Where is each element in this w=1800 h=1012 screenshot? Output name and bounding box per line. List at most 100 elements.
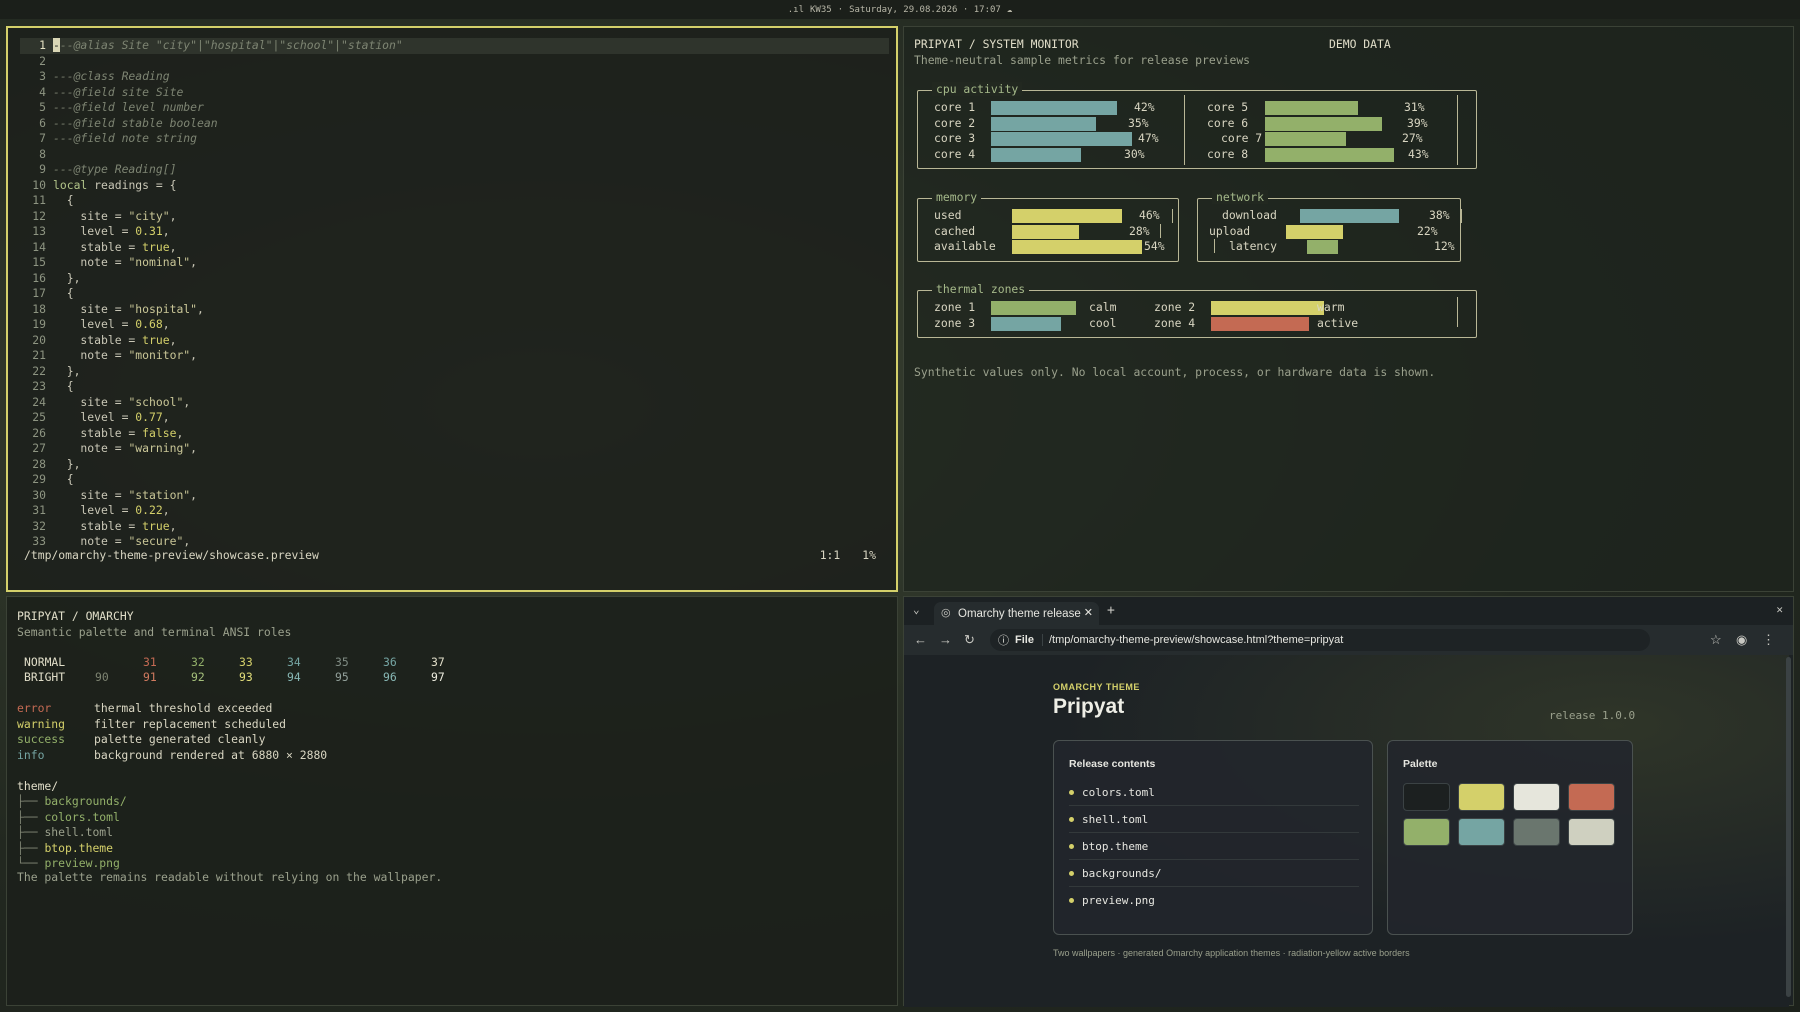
info-icon[interactable]: ⓘ [998,632,1009,648]
code-line[interactable]: 4 ---@field site Site [20,85,889,101]
code-line[interactable]: 29 { [20,472,889,488]
back-icon[interactable]: ← [914,632,927,647]
code-text[interactable]: level = 0.22, [53,503,169,517]
code-line[interactable]: 19 level = 0.68, [20,317,889,333]
reload-icon[interactable]: ↻ [964,632,975,648]
code-line[interactable]: 17 { [20,286,889,302]
tab-list-chevron-icon[interactable]: ⌄ [913,603,920,616]
code-line[interactable]: 30 site = "station", [20,488,889,504]
palette-swatch[interactable] [1458,818,1505,846]
profile-icon[interactable]: ◉ [1736,632,1747,648]
code-line[interactable]: 31 level = 0.22, [20,503,889,519]
code-text[interactable]: note = "monitor", [53,348,197,362]
code-line[interactable]: 10 local readings = { [20,178,889,194]
code-text[interactable]: }, [53,271,81,285]
code-line[interactable]: 23 { [20,379,889,395]
code-line[interactable]: 26 stable = false, [20,426,889,442]
code-text[interactable]: note = "secure", [53,534,190,548]
code-line[interactable]: 28 }, [20,457,889,473]
code-text[interactable]: ---@field site Site [53,85,183,99]
address-field[interactable]: ⓘ File /tmp/omarchy-theme-preview/showca… [990,629,1650,651]
palette-swatch[interactable] [1568,783,1615,811]
code-line[interactable]: 9 ---@type Reading[] [20,162,889,178]
code-line[interactable]: 15 note = "nominal", [20,255,889,271]
close-tab-icon[interactable]: ✕ [1084,606,1093,619]
tab-omarchy-theme[interactable]: ◎ Omarchy theme release ✕ [934,602,1099,625]
code-text[interactable]: }, [53,364,81,378]
code-line[interactable]: 6 ---@field stable boolean [20,116,889,132]
palette-swatch[interactable] [1513,783,1560,811]
code-text[interactable]: ---@field note string [53,131,197,145]
code-text[interactable]: { [53,472,74,486]
code-line[interactable]: 13 level = 0.31, [20,224,889,240]
code-text[interactable]: }, [53,457,81,471]
workspace-label[interactable]: KW35 [810,5,832,15]
code-text[interactable]: ---@alias Site "city"|"hospital"|"school… [53,38,403,52]
contents-item[interactable]: btop.theme [1082,840,1148,853]
system-monitor-pane[interactable]: PRIPYAT / SYSTEM MONITOR DEMO DATA Theme… [903,26,1794,592]
code-text[interactable]: site = "hospital", [53,302,203,316]
code-text[interactable]: note = "warning", [53,441,197,455]
code-text[interactable]: stable = true, [53,240,176,254]
editor-pane[interactable]: 1 ---@alias Site "city"|"hospital"|"schoo… [6,26,898,592]
bookmark-star-icon[interactable]: ☆ [1710,632,1722,648]
code-line[interactable]: 16 }, [20,271,889,287]
code-text[interactable]: ---@type Reading[] [53,162,176,176]
code-text[interactable]: level = 0.68, [53,317,169,331]
code-text[interactable]: site = "school", [53,395,190,409]
code-text[interactable]: site = "city", [53,209,176,223]
code-text[interactable]: level = 0.31, [53,224,169,238]
palette-swatch[interactable] [1458,783,1505,811]
code-text[interactable]: note = "nominal", [53,255,197,269]
code-line[interactable]: 8 [20,147,889,163]
code-view[interactable]: 1 ---@alias Site "city"|"hospital"|"schoo… [20,38,889,550]
terminal-pane[interactable]: PRIPYAT / OMARCHY Semantic palette and t… [6,596,898,1006]
browser-window[interactable]: ⌄ ◎ Omarchy theme release ✕ + ✕ ← → ↻ ⓘ … [903,596,1794,1007]
code-text[interactable]: ---@field stable boolean [53,116,218,130]
code-line[interactable]: 12 site = "city", [20,209,889,225]
code-text[interactable]: site = "station", [53,488,197,502]
code-text[interactable]: stable = true, [53,333,176,347]
contents-item[interactable]: preview.png [1082,894,1155,907]
url-text[interactable]: /tmp/omarchy-theme-preview/showcase.html… [1049,634,1343,646]
code-text[interactable]: ---@field level number [53,100,204,114]
code-line[interactable]: 22 }, [20,364,889,380]
code-line[interactable]: 20 stable = true, [20,333,889,349]
code-text[interactable]: { [53,379,74,393]
code-line[interactable]: 7 ---@field note string [20,131,889,147]
palette-swatch[interactable] [1513,818,1560,846]
contents-item[interactable]: shell.toml [1082,813,1148,826]
code-text[interactable]: { [53,193,74,207]
page-scrollbar[interactable] [1786,657,1791,997]
code-text[interactable]: ---@class Reading [53,69,170,83]
code-line[interactable]: 27 note = "warning", [20,441,889,457]
code-line[interactable]: 24 site = "school", [20,395,889,411]
clock[interactable]: Saturday, 29.08.2026 · 17:07 [849,5,1001,15]
tree-name: shell.toml [44,825,114,839]
contents-item[interactable]: backgrounds/ [1082,867,1161,880]
code-text[interactable]: stable = true, [53,519,176,533]
code-line[interactable]: 3 ---@class Reading [20,69,889,85]
new-tab-icon[interactable]: + [1107,603,1115,618]
code-line[interactable]: 11 { [20,193,889,209]
forward-icon[interactable]: → [939,632,952,647]
menu-kebab-icon[interactable]: ⋮ [1762,632,1775,648]
code-line[interactable]: 25 level = 0.77, [20,410,889,426]
code-line[interactable]: 14 stable = true, [20,240,889,256]
code-text[interactable]: stable = false, [53,426,183,440]
close-window-icon[interactable]: ✕ [1776,603,1783,616]
palette-swatch[interactable] [1403,818,1450,846]
code-line[interactable]: 21 note = "monitor", [20,348,889,364]
code-line[interactable]: 5 ---@field level number [20,100,889,116]
line-number: 24 [32,394,46,409]
palette-swatch[interactable] [1403,783,1450,811]
code-text[interactable]: level = 0.77, [53,410,169,424]
palette-swatch[interactable] [1568,818,1615,846]
code-line[interactable]: 18 site = "hospital", [20,302,889,318]
code-text[interactable]: local readings = { [53,178,176,192]
code-text[interactable]: { [53,286,74,300]
code-line[interactable]: 2 [20,54,889,70]
code-line[interactable]: 32 stable = true, [20,519,889,535]
code-line[interactable]: 1 ---@alias Site "city"|"hospital"|"schoo… [20,38,889,54]
contents-item[interactable]: colors.toml [1082,786,1155,799]
